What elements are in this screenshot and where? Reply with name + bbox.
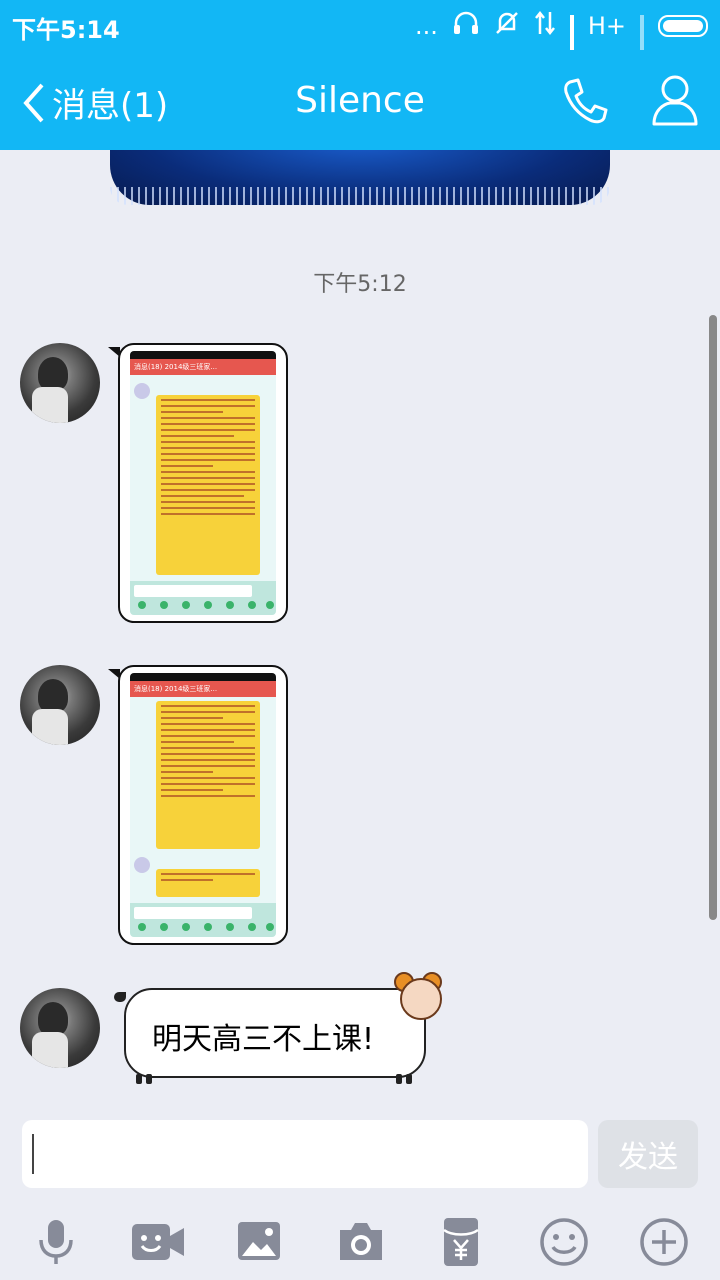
screenshot-thumbnail: 消息(18) 2014级三班家...: [130, 351, 276, 615]
status-bar: 下午5:14 ... H+: [0, 0, 720, 85]
previous-message-image[interactable]: [110, 150, 610, 205]
phone-icon: [564, 78, 608, 124]
signal-icon-secondary: [640, 15, 644, 85]
signal-icon: [569, 15, 574, 85]
red-packet-icon[interactable]: [438, 1216, 484, 1268]
message-input[interactable]: [22, 1120, 588, 1188]
contact-avatar[interactable]: [20, 665, 100, 745]
back-button[interactable]: 消息(1): [20, 78, 168, 127]
image-message[interactable]: 消息(18) 2014级三班家...: [108, 665, 288, 945]
input-bar: 发送: [0, 1098, 720, 1280]
screenshot-thumbnail: 消息(18) 2014级三班家...: [130, 673, 276, 937]
bubble-decoration: [114, 992, 126, 1002]
thumbnail-header: 消息(18) 2014级三班家...: [130, 359, 276, 375]
chevron-left-icon: [23, 83, 44, 122]
image-icon[interactable]: [236, 1216, 282, 1268]
title-bar: 消息(1) Silence: [0, 50, 720, 150]
battery-icon: [658, 15, 708, 37]
person-icon: [652, 75, 698, 126]
contact-profile-button[interactable]: [650, 72, 700, 132]
status-time: 下午5:14: [12, 16, 120, 44]
cartoon-face-icon: [400, 978, 442, 1020]
more-dots-icon: ...: [414, 12, 438, 40]
network-type: H+: [587, 12, 626, 40]
message-timestamp: 下午5:12: [313, 272, 407, 297]
plus-icon[interactable]: [638, 1216, 690, 1268]
back-label: 消息(1): [52, 86, 169, 126]
camera-icon[interactable]: [336, 1216, 386, 1268]
data-transfer-icon: [534, 10, 556, 42]
contact-avatar[interactable]: [20, 988, 100, 1068]
chat-area[interactable]: 下午5:12 消息(18) 2014级三班家... 消息(18) 2014级三班…: [0, 150, 720, 1098]
headset-icon: [452, 10, 480, 42]
status-icons: ... H+: [414, 10, 708, 85]
microphone-icon[interactable]: [30, 1216, 82, 1268]
phone-call-button[interactable]: [560, 76, 610, 130]
message-text: 明天高三不上课!: [152, 1022, 375, 1057]
input-toolbar: [0, 1208, 720, 1280]
emoji-icon[interactable]: [538, 1216, 590, 1268]
mute-bell-icon: [494, 10, 520, 42]
contact-avatar[interactable]: [20, 343, 100, 423]
send-button[interactable]: 发送: [598, 1120, 698, 1188]
thumbnail-header: 消息(18) 2014级三班家...: [130, 681, 276, 697]
video-call-icon[interactable]: [130, 1216, 186, 1268]
text-cursor: [32, 1134, 34, 1174]
image-message[interactable]: 消息(18) 2014级三班家...: [108, 343, 288, 623]
scrollbar[interactable]: [709, 315, 717, 920]
text-message[interactable]: 明天高三不上课!: [114, 972, 442, 1084]
